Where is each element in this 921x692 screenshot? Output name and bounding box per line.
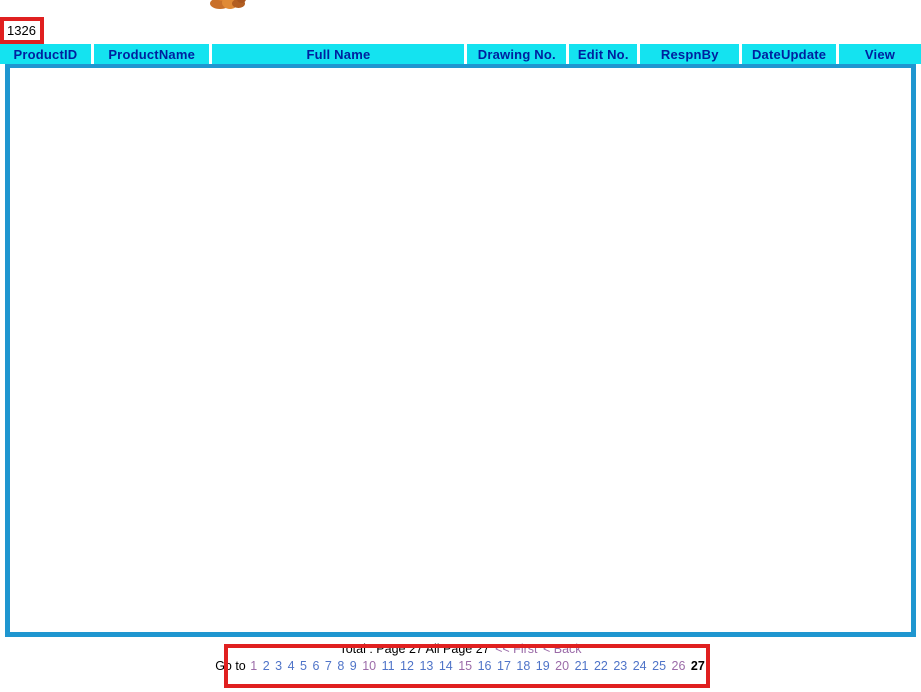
page-link[interactable]: 18	[516, 659, 530, 673]
table-header-cell-label: Edit No.	[577, 46, 629, 62]
first-page-link[interactable]: << First	[495, 642, 537, 656]
table-header-row: ProductID ProductName Full Name Drawing No.…	[0, 44, 921, 64]
page-link[interactable]: 4	[288, 659, 295, 673]
page-link[interactable]: 6	[312, 659, 319, 673]
page-link[interactable]: 13	[419, 659, 433, 673]
page-link[interactable]: 15	[458, 659, 472, 673]
page-link[interactable]: 9	[350, 659, 357, 673]
table-header-cell-label: View	[864, 46, 896, 62]
page-link[interactable]: 24	[633, 659, 647, 673]
table-header-cell-label: DateUpdate	[751, 46, 827, 62]
page-link[interactable]: 7	[325, 659, 332, 673]
page-link-list: 1 2 3 4 5 6 7 8 9 10 11 12 13 14 15 16 1…	[246, 659, 706, 673]
table-header-cell[interactable]: ProductName	[93, 44, 210, 64]
page-link[interactable]: 19	[536, 659, 550, 673]
page-link[interactable]: 3	[275, 659, 282, 673]
page-link-current: 27	[690, 659, 705, 673]
page-link[interactable]: 1	[250, 659, 257, 673]
pagination: Total : Page 27 All Page 27 << First < B…	[0, 641, 921, 675]
table-frame	[5, 62, 916, 637]
page-link[interactable]: 22	[594, 659, 608, 673]
table-header-cell-label: ProductID	[13, 46, 78, 62]
page-link[interactable]: 17	[497, 659, 511, 673]
annotation-id-label: 1326	[0, 17, 44, 44]
goto-label: Go to	[215, 659, 246, 673]
page-link[interactable]: 21	[575, 659, 589, 673]
back-page-link[interactable]: < Back	[543, 642, 582, 656]
page-link[interactable]: 16	[478, 659, 492, 673]
pagination-pages: Go to 1 2 3 4 5 6 7 8 9 10 11 12 13 14 1…	[0, 658, 921, 675]
annotation-id-text: 1326	[7, 23, 36, 38]
page-link[interactable]: 2	[263, 659, 270, 673]
table-body	[10, 68, 911, 632]
table-header-cell[interactable]: Edit No.	[569, 44, 638, 64]
page-link[interactable]: 12	[400, 659, 414, 673]
page-link[interactable]: 20	[555, 659, 569, 673]
table-header-cell[interactable]: Drawing No.	[467, 44, 567, 64]
pagination-summary: Total : Page 27 All Page 27 << First < B…	[0, 641, 921, 658]
total-page-label: Total : Page	[339, 642, 406, 656]
table-header-cell[interactable]: View	[839, 44, 921, 64]
decorative-clipart	[204, 0, 252, 14]
page-link[interactable]: 8	[337, 659, 344, 673]
page-link[interactable]: 14	[439, 659, 453, 673]
page-link[interactable]: 11	[382, 659, 395, 673]
table-header-cell-label: Drawing No.	[477, 46, 556, 62]
all-page-label: All Page	[425, 642, 473, 656]
table-header-cell-label: Full Name	[306, 46, 371, 62]
page-link[interactable]: 25	[652, 659, 666, 673]
table-header-cell[interactable]: Full Name	[212, 44, 465, 64]
page-link[interactable]: 23	[613, 659, 627, 673]
table-header-cell-label: ProductName	[108, 46, 196, 62]
total-page-value: 27	[408, 642, 423, 656]
page-link[interactable]: 10	[362, 659, 376, 673]
table-header-cell[interactable]: ProductID	[0, 44, 91, 64]
table-header-cell[interactable]: DateUpdate	[742, 44, 837, 64]
page-link[interactable]: 5	[300, 659, 307, 673]
page-link[interactable]: 26	[672, 659, 686, 673]
table-header-cell-label: RespnBy	[660, 46, 719, 62]
table-header-cell[interactable]: RespnBy	[640, 44, 740, 64]
all-page-value: 27	[475, 642, 490, 656]
